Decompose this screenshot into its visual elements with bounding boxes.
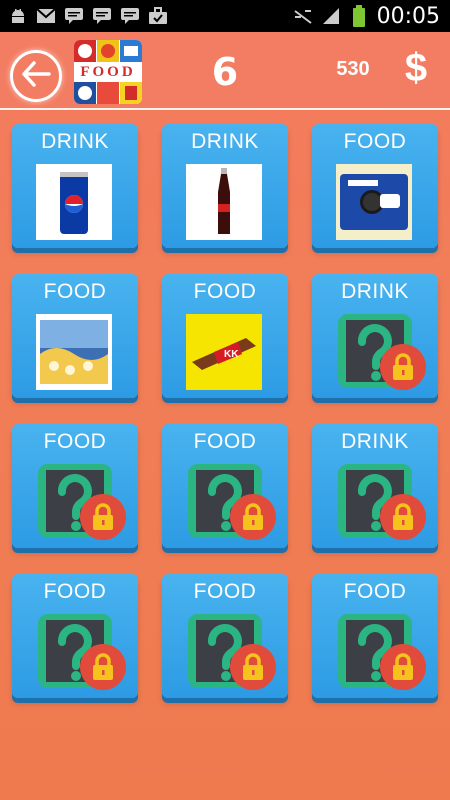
tile-label: FOOD [343,130,407,153]
tile-label: FOOD [343,580,407,603]
lock-icon [380,644,426,690]
lock-icon [230,644,276,690]
cola-bottle-image [186,164,262,240]
lock-icon [380,344,426,390]
tile-label: FOOD [193,280,257,303]
popcorn-box-image [36,314,112,390]
tile-10[interactable]: FOOD [12,574,138,698]
lock-icon [80,644,126,690]
tile-label: FOOD [43,430,107,453]
tile-3[interactable]: FOOD [312,124,438,248]
tile-9[interactable]: DRINK [312,424,438,548]
tile-label: DRINK [191,130,259,153]
tile-11[interactable]: FOOD [162,574,288,698]
tile-label: DRINK [341,280,409,303]
tile-2[interactable]: DRINK [162,124,288,248]
svg-text:KK: KK [224,349,239,360]
tile-label: FOOD [193,430,257,453]
tile-label: FOOD [43,580,107,603]
pepsi-can-image [36,164,112,240]
tile-12[interactable]: FOOD [312,574,438,698]
kitkat-bar-image: KK [186,314,262,390]
lock-icon [230,494,276,540]
tile-4[interactable]: FOOD [12,274,138,398]
lock-icon [80,494,126,540]
tile-label: FOOD [193,580,257,603]
tile-8[interactable]: FOOD [162,424,288,548]
tile-label: FOOD [43,280,107,303]
lock-icon [380,494,426,540]
tile-6[interactable]: DRINK [312,274,438,398]
tile-1[interactable]: DRINK [12,124,138,248]
tile-7[interactable]: FOOD [12,424,138,548]
tile-label: DRINK [341,430,409,453]
oreo-pack-image [336,164,412,240]
tile-5[interactable]: FOOD KK [162,274,288,398]
level-grid: DRINK DRINK FOOD FOOD FOOD KK DRINK FOOD… [0,0,450,800]
tile-label: DRINK [41,130,109,153]
